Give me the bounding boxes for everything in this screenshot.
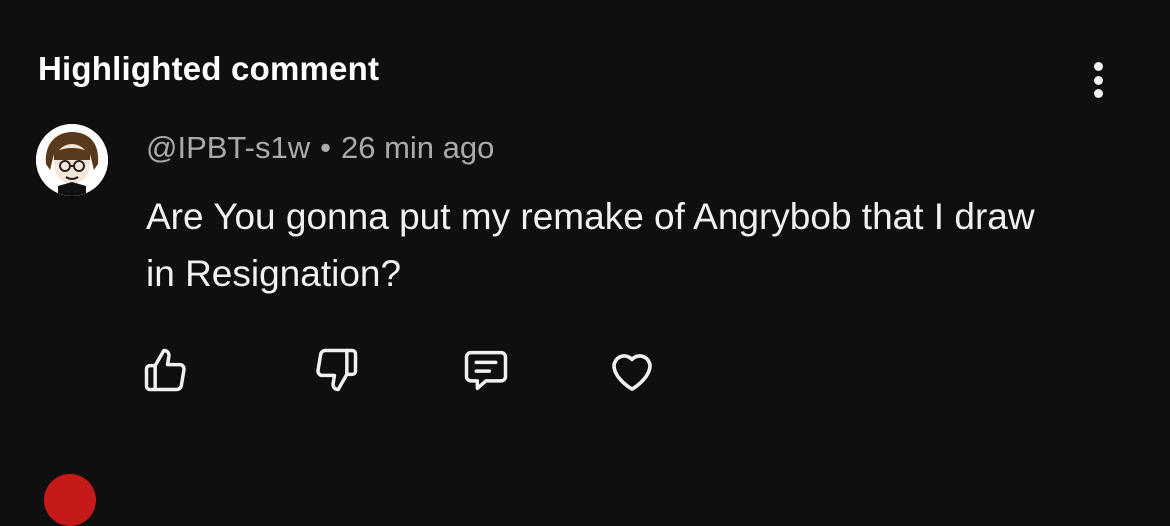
thumbs-down-icon (316, 348, 358, 392)
more-vertical-icon-dot (1093, 75, 1103, 85)
comment-actions (0, 340, 1170, 400)
comment-text: Are You gonna put my remake of Angrybob … (146, 196, 1035, 294)
avatar[interactable] (36, 124, 108, 196)
like-button[interactable] (136, 340, 196, 400)
username-link[interactable]: @IPBT-s1w (146, 130, 310, 165)
reply-button[interactable] (456, 340, 516, 400)
meta-separator: • (320, 130, 331, 165)
more-vertical-icon (1093, 62, 1103, 71)
thumbs-up-icon (144, 348, 186, 392)
section-title: Highlighted comment (38, 50, 380, 87)
heart-button[interactable] (602, 340, 662, 400)
dislike-button[interactable] (306, 340, 366, 400)
comment-icon (464, 350, 508, 391)
comment-meta: @IPBT-s1w • 26 min ago (146, 130, 494, 166)
timestamp: 26 min ago (340, 130, 495, 165)
more-options-button[interactable] (1078, 58, 1118, 102)
next-comment-avatar[interactable] (44, 474, 96, 526)
heart-icon (612, 354, 652, 391)
more-vertical-icon-dot (1093, 89, 1103, 98)
